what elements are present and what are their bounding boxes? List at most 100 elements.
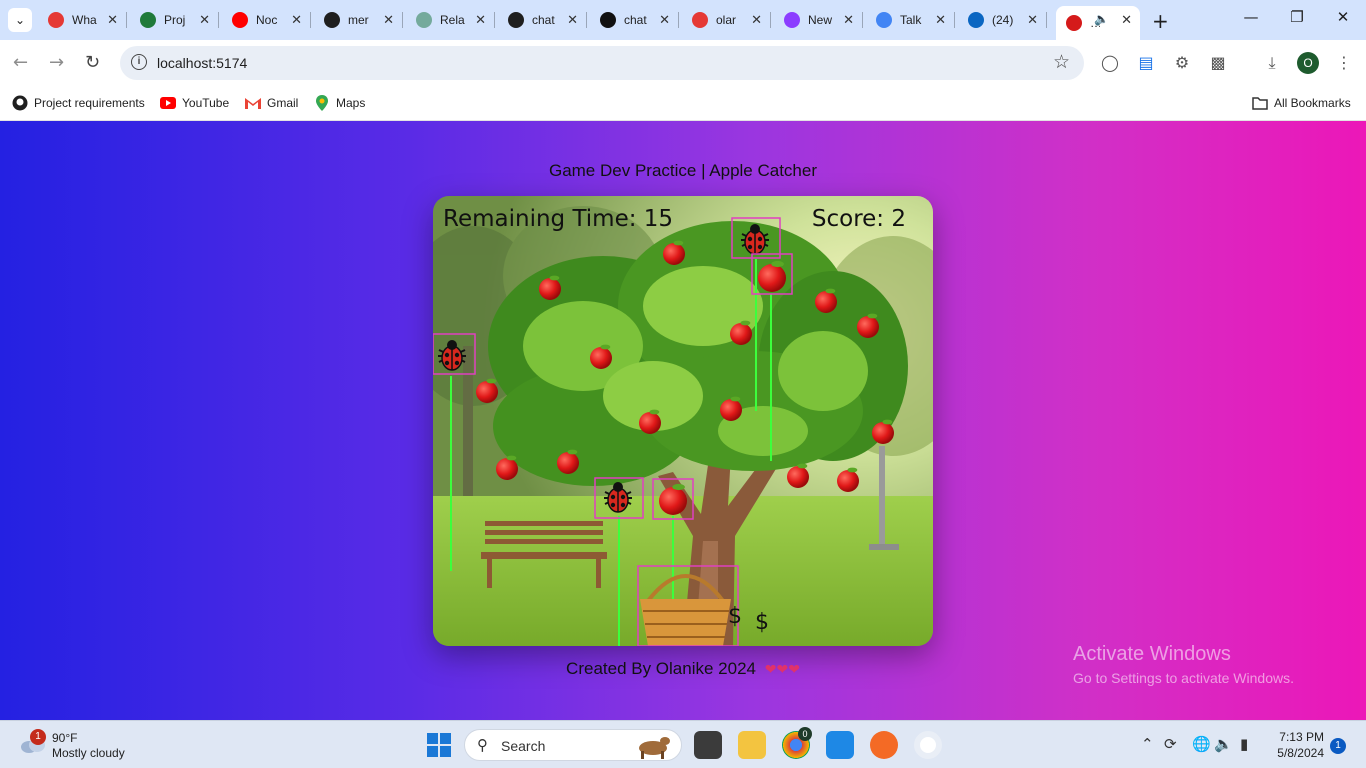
show-hidden-icons[interactable]: ⌃ xyxy=(1141,735,1154,753)
tab-search-button[interactable]: ⌄ xyxy=(8,8,32,32)
browser-tab[interactable]: (24) ✕ xyxy=(958,6,1047,34)
page-title: Game Dev Practice | Apple Catcher xyxy=(548,161,818,180)
speaker-icon[interactable]: 🔈 xyxy=(1094,12,1109,26)
notification-badge[interactable]: 1 xyxy=(1330,738,1346,754)
maps-icon xyxy=(314,95,330,111)
all-bookmarks-label: All Bookmarks xyxy=(1274,96,1351,110)
system-clock[interactable]: 7:13 PM 5/8/2024 xyxy=(1262,729,1324,761)
close-tab-icon[interactable]: ✕ xyxy=(475,12,486,28)
weather-alert-badge: 1 xyxy=(30,729,46,745)
browser-tab[interactable]: Proj ✕ xyxy=(130,6,219,34)
clock-time: 7:13 PM xyxy=(1279,730,1324,744)
battery-icon[interactable]: ▮ xyxy=(1240,735,1248,753)
close-tab-icon[interactable]: ✕ xyxy=(751,12,762,28)
chrome-badge: 0 xyxy=(798,727,812,741)
profile-avatar[interactable]: O xyxy=(1297,52,1319,74)
tab-separator xyxy=(954,12,955,28)
game-page: Game Dev Practice | Apple Catcher Remain… xyxy=(0,121,1366,720)
browser-tab[interactable]: Talk ✕ xyxy=(866,6,955,34)
mongodb-compass-icon[interactable] xyxy=(914,731,942,759)
tab-title: New xyxy=(808,13,833,27)
tab-favicon-icon xyxy=(600,12,616,28)
close-tab-icon[interactable]: ✕ xyxy=(199,12,210,28)
close-tab-icon[interactable]: ✕ xyxy=(1121,12,1132,28)
bookmark-star-icon[interactable]: ☆ xyxy=(1053,51,1070,73)
close-tab-icon[interactable]: ✕ xyxy=(383,12,394,28)
bookmark-maps[interactable]: Maps xyxy=(314,92,365,114)
browser-tab[interactable]: chat ✕ xyxy=(590,6,679,34)
reload-button[interactable]: ↻ xyxy=(85,52,100,73)
all-bookmarks-folder[interactable]: All Bookmarks xyxy=(1252,92,1351,114)
task-view-icon[interactable] xyxy=(694,731,722,759)
tab-separator xyxy=(218,12,219,28)
close-tab-icon[interactable]: ✕ xyxy=(935,12,946,28)
browser-tab[interactable]: New ✕ xyxy=(774,6,863,34)
close-tab-icon[interactable]: ✕ xyxy=(659,12,670,28)
shield-extension-icon[interactable]: ⚙ xyxy=(1172,53,1192,73)
tab-separator xyxy=(586,12,587,28)
bookmark-youtube[interactable]: YouTube xyxy=(160,92,229,114)
close-window-button[interactable]: ✕ xyxy=(1320,8,1366,26)
tab-title: Rela xyxy=(440,13,465,27)
language-globe-icon[interactable]: 🌐 xyxy=(1192,735,1211,753)
bookmark-label: Gmail xyxy=(267,96,299,110)
taskbar-search[interactable]: ⚲ Search xyxy=(464,729,682,761)
close-tab-icon[interactable]: ✕ xyxy=(291,12,302,28)
download-icon[interactable]: ⤓ xyxy=(1262,53,1282,73)
bookmark-project-requirements[interactable]: Project requirements xyxy=(12,92,145,114)
tab-title: Wha xyxy=(72,13,97,27)
weather-condition: Mostly cloudy xyxy=(52,746,125,760)
tab-title: chat xyxy=(532,13,555,27)
windows-start-icon[interactable] xyxy=(427,733,451,757)
postman-icon[interactable] xyxy=(870,731,898,759)
forward-button[interactable]: → xyxy=(49,52,64,73)
tab-separator xyxy=(1046,12,1047,28)
search-label: Search xyxy=(501,738,546,754)
tab-separator xyxy=(770,12,771,28)
new-tab-button[interactable]: + xyxy=(1152,9,1169,33)
site-info-icon[interactable]: i xyxy=(131,54,147,70)
bookmark-label: YouTube xyxy=(182,96,230,110)
watermark-title: Activate Windows xyxy=(1073,643,1231,665)
sync-icon[interactable]: ⟳ xyxy=(1164,735,1177,753)
browser-tab[interactable]: Noc ✕ xyxy=(222,6,311,34)
extension-icon[interactable]: ◯ xyxy=(1100,53,1120,73)
close-tab-icon[interactable]: ✕ xyxy=(107,12,118,28)
github-icon xyxy=(12,95,28,111)
menu-kebab-icon[interactable]: ⋮ xyxy=(1334,53,1354,73)
browser-tab[interactable]: Wha ✕ xyxy=(38,6,127,34)
bookmark-gmail[interactable]: Gmail xyxy=(245,92,298,114)
browser-tab[interactable]: Rela ✕ xyxy=(406,6,495,34)
restore-button[interactable]: ❐ xyxy=(1274,8,1320,26)
tab-favicon-icon xyxy=(140,12,156,28)
extensions-puzzle-icon[interactable]: ▩ xyxy=(1208,53,1228,73)
url-text[interactable]: localhost:5174 xyxy=(157,55,247,71)
bookmarks-bar: Project requirements YouTube Gmail Maps … xyxy=(0,86,1366,121)
back-button[interactable]: ← xyxy=(13,52,28,73)
tab-title: mer xyxy=(348,13,369,27)
bookmark-label: Project requirements xyxy=(34,96,145,110)
clipboard-extension-icon[interactable]: ▤ xyxy=(1136,53,1156,73)
tab-active[interactable]: … 🔈 ✕ xyxy=(1056,6,1140,40)
tab-separator xyxy=(494,12,495,28)
game-canvas[interactable]: Remaining Time: 15 Score: 2 $ $ xyxy=(433,196,933,646)
search-icon: ⚲ xyxy=(477,736,488,754)
close-tab-icon[interactable]: ✕ xyxy=(567,12,578,28)
minimize-button[interactable]: — xyxy=(1228,8,1274,26)
temperature: 90°F xyxy=(52,731,78,745)
address-bar[interactable]: i localhost:5174 ☆ xyxy=(120,46,1084,80)
tab-separator xyxy=(678,12,679,28)
tab-favicon-icon xyxy=(416,12,432,28)
close-tab-icon[interactable]: ✕ xyxy=(843,12,854,28)
watermark-subtitle: Go to Settings to activate Windows. xyxy=(1073,670,1294,686)
weather-widget[interactable]: 1 90°F Mostly cloudy xyxy=(18,729,148,763)
browser-tab[interactable]: chat ✕ xyxy=(498,6,587,34)
browser-tab[interactable]: mer ✕ xyxy=(314,6,403,34)
volume-icon[interactable]: 🔈 xyxy=(1214,735,1233,753)
vscode-icon[interactable] xyxy=(826,731,854,759)
tab-separator xyxy=(402,12,403,28)
browser-tab[interactable]: olar ✕ xyxy=(682,6,771,34)
dollar-sign: $ xyxy=(728,604,742,629)
file-explorer-icon[interactable] xyxy=(738,731,766,759)
close-tab-icon[interactable]: ✕ xyxy=(1027,12,1038,28)
